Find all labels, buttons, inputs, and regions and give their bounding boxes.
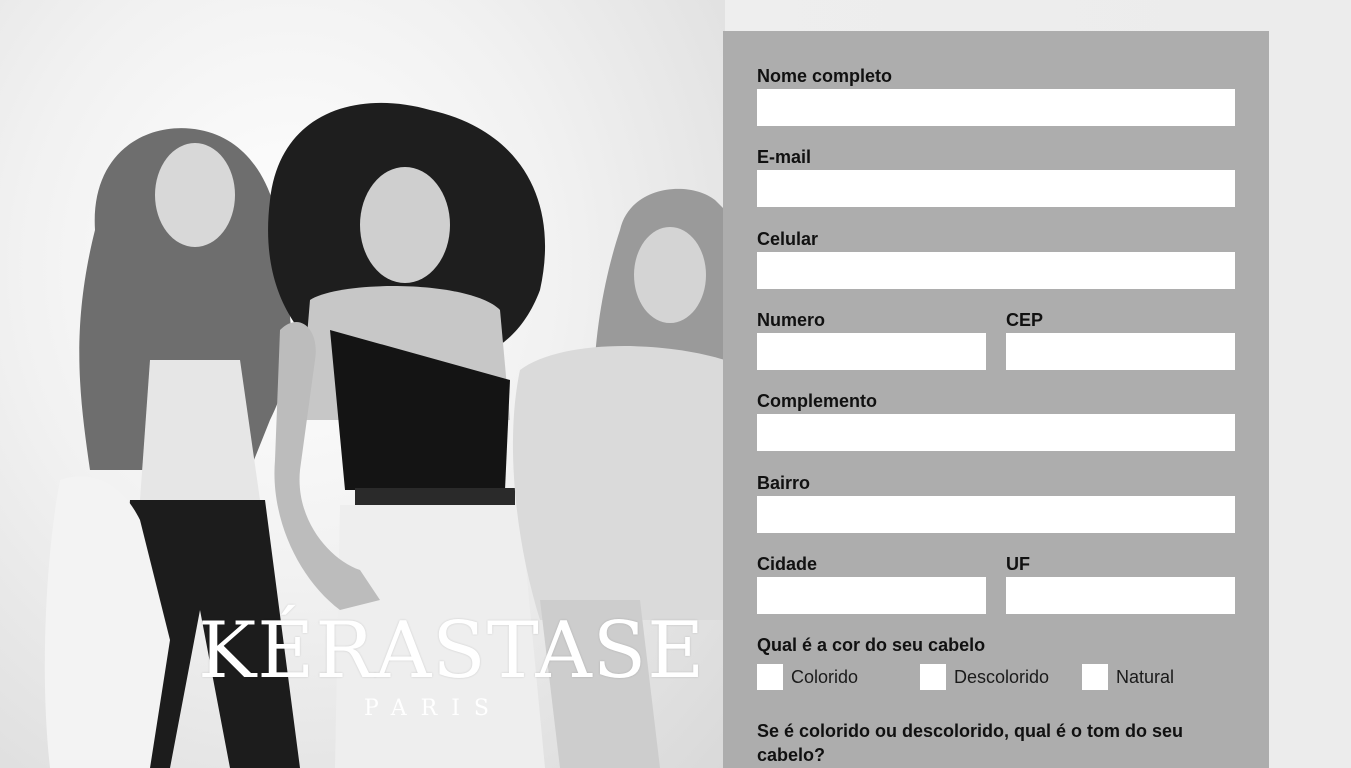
- checkbox-natural-label: Natural: [1116, 666, 1175, 687]
- hair-color-question: Qual é a cor do seu cabelo: [757, 635, 986, 655]
- checkbox-descolorido-label: Descolorido: [954, 666, 1050, 687]
- hair-tone-question: Se é colorido ou descolorido, qual é o t…: [757, 721, 1184, 765]
- email-input[interactable]: [757, 170, 1235, 207]
- email-label: E-mail: [757, 147, 812, 167]
- numero-label: Numero: [757, 310, 826, 330]
- brand-logo: KÉRASTASE PARIS: [198, 606, 706, 721]
- checkbox-colorido[interactable]: Colorido: [757, 664, 858, 690]
- signup-form: Nome completo E-mail Celular Numero CEP …: [723, 31, 1269, 768]
- checkbox-colorido-label: Colorido: [791, 666, 859, 687]
- celular-input[interactable]: [757, 252, 1235, 289]
- uf-input[interactable]: [1006, 577, 1235, 614]
- complemento-input[interactable]: [757, 414, 1235, 451]
- cep-input[interactable]: [1006, 333, 1235, 370]
- checkbox-colorido-box[interactable]: [757, 664, 783, 690]
- brand-name: KÉRASTASE: [198, 606, 706, 696]
- page: KÉRASTASE PARIS Nome completo E-mail Cel…: [0, 0, 1351, 768]
- hero-image: KÉRASTASE PARIS: [0, 0, 725, 768]
- nome-label: Nome completo: [757, 66, 893, 86]
- uf-label: UF: [1006, 554, 1030, 574]
- numero-input[interactable]: [757, 333, 986, 370]
- brand-subtitle: PARIS: [364, 696, 503, 721]
- checkbox-natural[interactable]: Natural: [1082, 664, 1174, 690]
- cidade-label: Cidade: [757, 554, 818, 574]
- cep-label: CEP: [1006, 310, 1044, 330]
- complemento-label: Complemento: [757, 391, 878, 411]
- checkbox-descolorido[interactable]: Descolorido: [920, 664, 1049, 690]
- bairro-input[interactable]: [757, 496, 1235, 533]
- nome-input[interactable]: [757, 89, 1235, 126]
- checkbox-descolorido-box[interactable]: [920, 664, 946, 690]
- checkbox-natural-box[interactable]: [1082, 664, 1108, 690]
- celular-label: Celular: [757, 229, 819, 249]
- cidade-input[interactable]: [757, 577, 986, 614]
- bairro-label: Bairro: [757, 473, 811, 493]
